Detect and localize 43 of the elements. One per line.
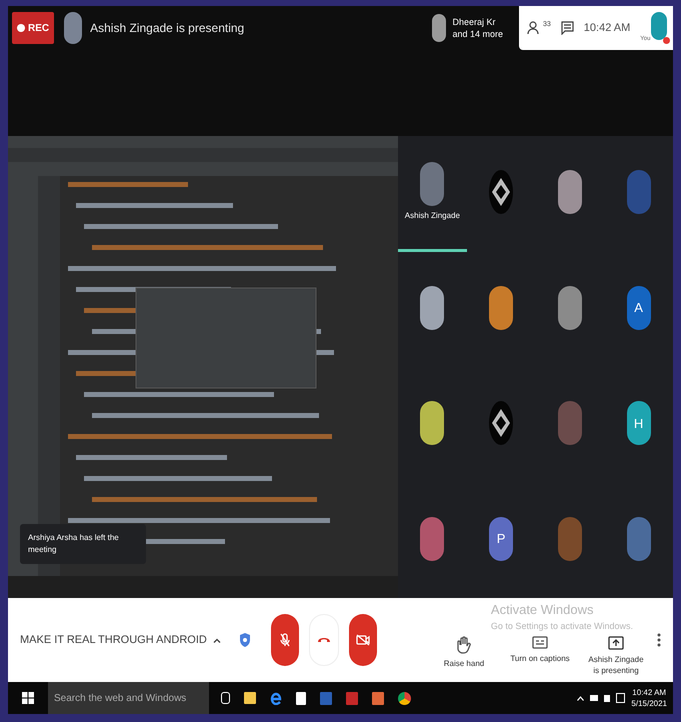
avatar: A (626, 286, 651, 330)
camera-button[interactable] (349, 614, 377, 666)
taskbar-date: 5/15/2021 (631, 698, 667, 709)
camera-off-icon (356, 634, 370, 646)
avatar: H (626, 401, 651, 446)
presenter-avatar (64, 12, 82, 44)
shield-icon[interactable] (238, 632, 251, 648)
meeting-title: MAKE IT REAL THROUGH ANDROID (20, 632, 207, 648)
activation-title: Activate Windows (490, 601, 595, 619)
search-field[interactable]: Search the web and Windows (48, 682, 209, 714)
hand-icon (457, 636, 471, 654)
mic-button[interactable] (271, 614, 299, 666)
avatar: P (489, 516, 514, 561)
activation-text: Go to Settings to activate Windows. (490, 620, 633, 633)
task-view-icon[interactable] (221, 692, 230, 704)
captions-icon (532, 636, 548, 649)
action-button[interactable]: Raise hand (433, 636, 495, 669)
windows-start-icon[interactable] (22, 692, 34, 704)
diamond-logo-icon (489, 170, 514, 214)
alert-badge (663, 37, 670, 44)
tray-caret-icon[interactable] (577, 696, 584, 700)
hang-up-icon (317, 637, 331, 643)
caret-icon[interactable] (212, 638, 221, 642)
more-participants: and 14 more (452, 28, 503, 40)
participant-name: Dheeraj Kr (452, 16, 496, 28)
rec-badge: REC (12, 12, 54, 44)
action-button[interactable]: Turn on captions (509, 636, 571, 664)
present-screen-icon (608, 636, 624, 650)
action-button[interactable]: Ashish Zingade is presenting (585, 636, 647, 676)
self-avatar[interactable] (651, 12, 668, 40)
diamond-logo-icon (489, 401, 514, 446)
more-options-icon[interactable] (657, 633, 661, 647)
chrome-icon[interactable] (398, 692, 411, 704)
participant-name: Ashish Zingade (404, 210, 460, 222)
presenter-text: Ashish Zingade is presenting (90, 20, 244, 37)
mic-off-icon (280, 633, 290, 647)
browser-e-icon[interactable] (270, 692, 282, 704)
clock-time: 10:42 AM (584, 20, 630, 36)
taskbar-time: 10:42 AM (632, 687, 666, 698)
chat-icon (560, 21, 574, 35)
others-avatar (432, 14, 446, 42)
chat-button[interactable] (560, 21, 574, 35)
notification-toast: Arshiya Arsha has left the meeting (20, 524, 146, 564)
